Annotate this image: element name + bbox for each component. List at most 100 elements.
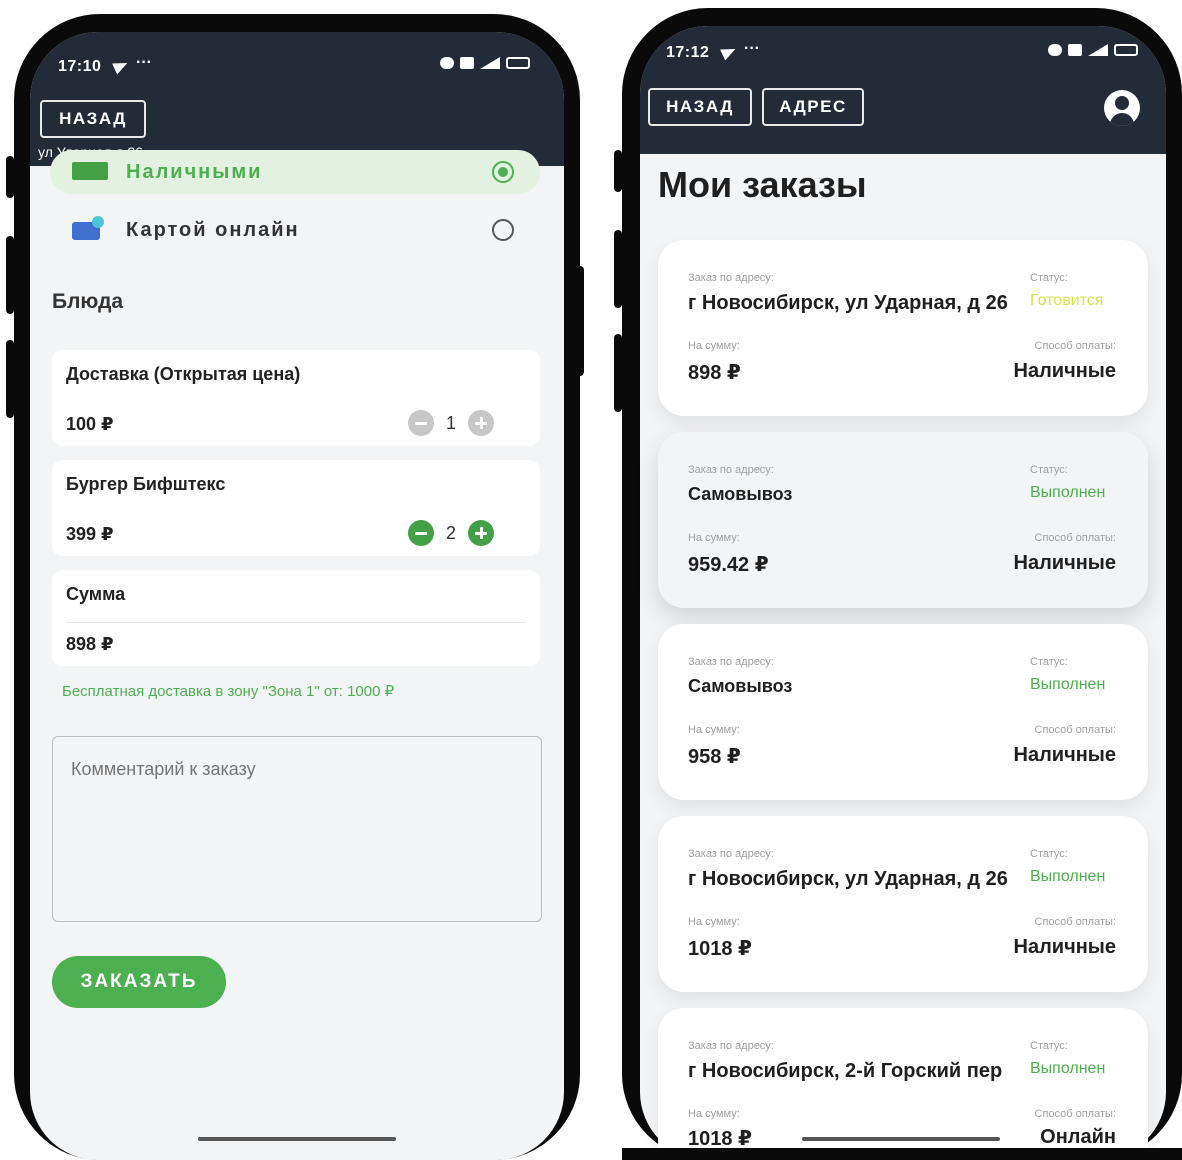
- payment-option-label: Наличными: [126, 160, 263, 183]
- order-address: Самовывоз: [688, 484, 793, 504]
- dish-price: 399 ₽: [66, 524, 114, 544]
- side-button: [6, 156, 14, 198]
- status-bar: 17:10 ···: [30, 32, 564, 100]
- cash-icon: [72, 162, 108, 180]
- order-card[interactable]: Заказ по адресу: г Новосибирск, ул Ударн…: [658, 240, 1148, 416]
- order-payment: Наличные: [1013, 744, 1116, 766]
- payment-option-cash[interactable]: Наличными: [50, 150, 540, 194]
- alarm-icon: [1048, 44, 1062, 56]
- address-label: Заказ по адресу:: [688, 848, 774, 860]
- address-label: Заказ по адресу:: [688, 272, 774, 284]
- order-sum: 958 ₽: [688, 746, 741, 768]
- credit-card-icon: [72, 216, 104, 240]
- quantity-stepper: 1: [408, 410, 494, 436]
- dish-card: Доставка (Открытая цена) 100 ₽ 1: [52, 350, 540, 446]
- order-sum: 1018 ₽: [688, 938, 752, 960]
- status-label: Статус:: [1030, 656, 1068, 668]
- total-card: Сумма 898 ₽: [52, 570, 540, 666]
- minus-icon[interactable]: [408, 410, 434, 436]
- status-icons: [1048, 44, 1138, 56]
- more-icon: ···: [136, 54, 152, 71]
- side-button: [614, 150, 622, 192]
- payment-option-label: Картой онлайн: [126, 218, 300, 241]
- payment-label: Способ оплаты:: [1034, 340, 1117, 352]
- address-button[interactable]: АДРЕС: [762, 88, 864, 126]
- dish-name: Бургер Бифштекс: [66, 474, 226, 494]
- order-button[interactable]: ЗАКАЗАТЬ: [52, 956, 226, 1008]
- status-icons: [440, 57, 530, 69]
- total-label: Сумма: [66, 584, 126, 604]
- order-address: г Новосибирск, ул Ударная, д 26: [688, 292, 1008, 314]
- sum-label: На сумму:: [688, 1108, 740, 1120]
- order-status: Выполнен: [1030, 676, 1106, 693]
- side-button: [614, 334, 622, 412]
- home-indicator: [802, 1137, 1000, 1141]
- battery-icon: [1114, 44, 1138, 56]
- order-payment: Наличные: [1013, 552, 1116, 574]
- order-address: Самовывоз: [688, 676, 793, 696]
- status-label: Статус:: [1030, 848, 1068, 860]
- status-bar: 17:12 ···: [640, 26, 1166, 82]
- sum-label: На сумму:: [688, 532, 740, 544]
- sim-icon: [460, 57, 474, 69]
- plus-icon[interactable]: [468, 410, 494, 436]
- user-account-icon[interactable]: [1104, 90, 1140, 126]
- status-label: Статус:: [1030, 272, 1068, 284]
- order-status: Выполнен: [1030, 484, 1106, 501]
- order-card[interactable]: Заказ по адресу: г Новосибирск, 2-й Горс…: [658, 1008, 1148, 1158]
- dish-card: Бургер Бифштекс 399 ₽ 2: [52, 460, 540, 556]
- home-indicator: [198, 1137, 396, 1141]
- app-bar: НАЗАД АДРЕС: [640, 82, 1166, 154]
- radio-selected-icon[interactable]: [492, 161, 514, 183]
- sim-icon: [1068, 44, 1082, 56]
- payment-option-card[interactable]: Картой онлайн: [50, 208, 540, 252]
- order-payment: Наличные: [1013, 360, 1116, 382]
- payment-label: Способ оплаты:: [1034, 724, 1117, 736]
- sum-label: На сумму:: [688, 340, 740, 352]
- order-sum: 898 ₽: [688, 362, 741, 384]
- quantity-stepper: 2: [408, 520, 494, 546]
- telegram-icon: [720, 43, 738, 61]
- side-button: [6, 340, 14, 418]
- total-value: 898 ₽: [66, 634, 114, 654]
- status-time: 17:10: [58, 58, 102, 75]
- address-label: Заказ по адресу:: [688, 464, 774, 476]
- order-card[interactable]: Заказ по адресу: Самовывоз Статус: Выпол…: [658, 432, 1148, 608]
- plus-icon[interactable]: [468, 520, 494, 546]
- quantity-value: 1: [445, 412, 456, 433]
- page-title: Мои заказы: [658, 164, 867, 205]
- status-label: Статус:: [1030, 1040, 1068, 1052]
- sum-label: На сумму:: [688, 724, 740, 736]
- order-address: г Новосибирск, ул Ударная, д 26: [688, 868, 1008, 890]
- left-screen: 17:10 ··· НАЗАД ул Ударная,д 26 Наличным…: [30, 32, 564, 1160]
- order-payment: Онлайн: [1040, 1126, 1116, 1148]
- telegram-icon: [112, 57, 130, 75]
- free-delivery-note: Бесплатная доставка в зону "Зона 1" от: …: [62, 683, 395, 700]
- phone-bottom-bezel: [622, 1148, 1182, 1160]
- payment-label: Способ оплаты:: [1034, 1108, 1117, 1120]
- comment-input[interactable]: [52, 736, 542, 922]
- order-payment: Наличные: [1013, 936, 1116, 958]
- back-button[interactable]: НАЗАД: [40, 100, 146, 138]
- battery-icon: [506, 57, 530, 69]
- minus-icon[interactable]: [408, 520, 434, 546]
- left-phone: 17:10 ··· НАЗАД ул Ударная,д 26 Наличным…: [14, 14, 580, 1160]
- back-button[interactable]: НАЗАД: [648, 88, 752, 126]
- dish-name: Доставка (Открытая цена): [66, 364, 301, 384]
- quantity-value: 2: [445, 522, 456, 543]
- divider: [66, 622, 526, 623]
- alarm-icon: [440, 57, 454, 69]
- dish-price: 100 ₽: [66, 414, 114, 434]
- order-card[interactable]: Заказ по адресу: Самовывоз Статус: Выпол…: [658, 624, 1148, 800]
- address-label: Заказ по адресу:: [688, 656, 774, 668]
- status-label: Статус:: [1030, 464, 1068, 476]
- section-heading: Блюда: [52, 290, 124, 313]
- order-address: г Новосибирск, 2-й Горский пер: [688, 1060, 1003, 1082]
- order-status: Выполнен: [1030, 1060, 1106, 1077]
- radio-unselected-icon[interactable]: [492, 219, 514, 241]
- order-status: Выполнен: [1030, 868, 1106, 885]
- order-card[interactable]: Заказ по адресу: г Новосибирск, ул Ударн…: [658, 816, 1148, 992]
- more-icon: ···: [744, 40, 760, 57]
- address-label: Заказ по адресу:: [688, 1040, 774, 1052]
- side-button: [614, 230, 622, 308]
